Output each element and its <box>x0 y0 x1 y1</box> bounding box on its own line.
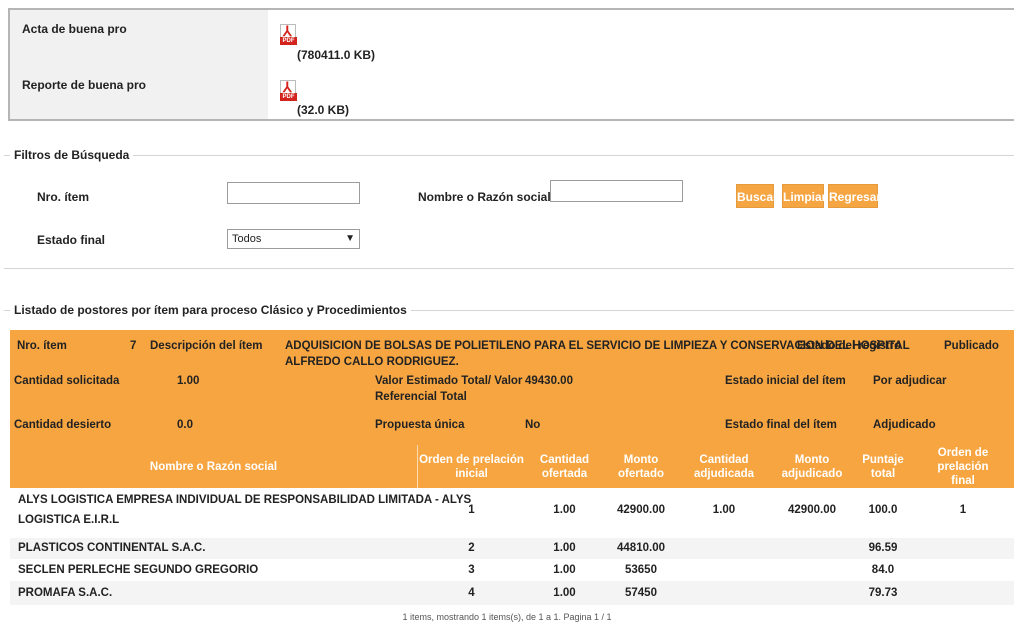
column-header-label: ofertada <box>541 467 588 480</box>
orden-final: 1 <box>959 504 967 516</box>
single-proposal-value: No <box>525 419 541 431</box>
item-number-label: Nro. ítem <box>37 190 90 204</box>
bidder-name: ALYS LOGISTICA EMPRESA INDIVIDUAL DE RES… <box>18 494 472 506</box>
document-size: (780411.0 KB) <box>297 48 376 62</box>
pdf-tag: PDF <box>280 37 297 45</box>
clear-button[interactable]: Limpiar <box>782 184 826 208</box>
bidder-name: SECLEN PERLECHE SEGUNDO GREGORIO <box>18 564 259 576</box>
orden-inicial: 1 <box>468 504 475 516</box>
column-header-label: Monto <box>794 453 830 466</box>
bidder-name: PROMAFA S.A.C. <box>18 587 113 599</box>
estimated-value-heading-cont: Referencial Total <box>375 391 467 403</box>
column-header-label: ofertado <box>618 467 664 480</box>
final-status-select[interactable]: Todos ▼ <box>227 229 360 249</box>
column-header-orden-inicial[interactable]: Orden de prelación inicial <box>418 445 525 488</box>
documents-panel: Acta de buena pro ⅄ PDF (780411.0 KB) Re… <box>8 8 1014 121</box>
search-button[interactable]: Buscar <box>736 184 778 208</box>
orden-inicial: 2 <box>468 542 475 554</box>
single-proposal-heading: Propuesta única <box>375 419 465 431</box>
item-number-input[interactable] <box>227 182 360 204</box>
filters-legend: Filtros de Búsqueda <box>10 148 134 162</box>
pdf-icon[interactable]: ⅄ PDF <box>280 24 298 46</box>
table-row: ALYS LOGISTICA EMPRESA INDIVIDUAL DE RES… <box>10 488 1014 538</box>
puntaje: 84.0 <box>871 564 895 576</box>
column-header-orden-final[interactable]: Orden de prelación final <box>912 445 1014 488</box>
column-header-label: inicial <box>455 467 488 480</box>
cantidad-ofertada: 1.00 <box>553 542 576 554</box>
monto-ofertado: 53650 <box>625 564 657 576</box>
item-description-heading: Descripción del ítem <box>150 340 263 352</box>
cantidad-ofertada: 1.00 <box>553 564 576 576</box>
cantidad-adjudicada: 1.00 <box>712 504 736 516</box>
column-header-monto-adjudicado[interactable]: Monto adjudicado <box>770 445 854 488</box>
table-row: SECLEN PERLECHE SEGUNDO GREGORIO 3 1.00 … <box>10 559 1014 581</box>
requested-quantity: 1.00 <box>177 375 200 387</box>
business-name-label: Nombre o Razón social <box>418 190 551 204</box>
pdf-glyph: ⅄ <box>283 79 292 95</box>
requested-quantity-heading: Cantidad solicitada <box>14 375 120 387</box>
final-status-label: Estado final <box>37 233 106 247</box>
cantidad-ofertada: 1.00 <box>553 587 576 599</box>
final-status-value: Todos <box>232 233 262 245</box>
column-header-cantidad-ofertada[interactable]: Cantidad ofertada <box>525 445 604 488</box>
item-number-heading: Nro. ítem <box>17 340 67 352</box>
column-header-label: Monto <box>623 453 659 466</box>
deserted-quantity: 0.0 <box>177 419 193 431</box>
column-header-label: adjudicada <box>693 467 755 480</box>
monto-ofertado: 57450 <box>625 587 657 599</box>
column-header-label: Orden de prelación <box>419 453 524 466</box>
record-status-value: Publicado <box>944 340 999 352</box>
column-header-label: Cantidad <box>539 453 590 466</box>
column-header-cantidad-adjudicada[interactable]: Cantidad adjudicada <box>678 445 770 488</box>
column-header-label: final <box>951 474 975 487</box>
column-header-label: Orden de prelación <box>937 446 989 473</box>
pagination-summary: 1 items, mostrando 1 items(s), de 1 a 1.… <box>402 612 612 622</box>
table-header: Nombre o Razón social Orden de prelación… <box>10 445 1014 488</box>
column-header-nombre[interactable]: Nombre o Razón social <box>10 445 417 488</box>
bidder-name: PLASTICOS CONTINENTAL S.A.C. <box>18 542 206 554</box>
estimated-value-heading: Valor Estimado Total/ Valor <box>375 375 523 387</box>
column-header-label: total <box>870 467 896 480</box>
bidder-name-cont: LOGISTICA E.I.R.L <box>18 514 120 526</box>
final-status-heading: Estado final del ítem <box>725 419 837 431</box>
monto-ofertado: 42900.00 <box>617 504 665 516</box>
table-row: PLASTICOS CONTINENTAL S.A.C. 2 1.00 4481… <box>10 538 1014 559</box>
puntaje: 79.73 <box>868 587 898 599</box>
monto-adjudicado: 42900.00 <box>788 504 836 516</box>
column-header-label: Cantidad <box>699 453 749 466</box>
listing-legend: Listado de postores por ítem para proces… <box>10 303 411 317</box>
pdf-glyph: ⅄ <box>283 23 292 39</box>
item-number: 7 <box>130 340 137 352</box>
monto-ofertado: 44810.00 <box>617 542 665 554</box>
item-description-cont: ALFREDO CALLO RODRIGUEZ. <box>285 356 459 368</box>
back-button[interactable]: Regresar <box>828 184 881 208</box>
final-status-item-value: Adjudicado <box>873 419 936 431</box>
column-header-label: adjudicado <box>781 467 843 480</box>
pdf-tag: PDF <box>280 93 297 101</box>
puntaje: 100.0 <box>868 504 898 516</box>
record-status-heading: Estado del registro <box>797 340 902 352</box>
initial-status-value: Por adjudicar <box>873 375 947 387</box>
column-header-label: Puntaje <box>862 453 904 466</box>
document-size: (32.0 KB) <box>297 103 350 117</box>
pdf-icon[interactable]: ⅄ PDF <box>280 80 298 102</box>
chevron-down-icon: ▼ <box>345 233 355 244</box>
estimated-value: 49430.00 <box>525 375 573 387</box>
document-label: Acta de buena pro <box>22 22 127 36</box>
filters-top-border <box>4 155 1014 156</box>
column-header-puntaje[interactable]: Puntaje total <box>854 445 912 488</box>
orden-inicial: 3 <box>468 564 475 576</box>
filters-bottom-border <box>4 268 1014 269</box>
puntaje: 96.59 <box>868 542 898 554</box>
orden-inicial: 4 <box>468 587 475 599</box>
initial-status-heading: Estado inicial del ítem <box>725 375 846 387</box>
column-header-label: Nombre o Razón social <box>149 460 278 473</box>
cantidad-ofertada: 1.00 <box>553 504 576 516</box>
business-name-input[interactable] <box>550 180 683 202</box>
table-row: PROMAFA S.A.C. 4 1.00 57450 79.73 <box>10 581 1014 605</box>
deserted-quantity-heading: Cantidad desierto <box>14 419 112 431</box>
column-header-monto-ofertado[interactable]: Monto ofertado <box>604 445 678 488</box>
document-label: Reporte de buena pro <box>22 78 147 92</box>
